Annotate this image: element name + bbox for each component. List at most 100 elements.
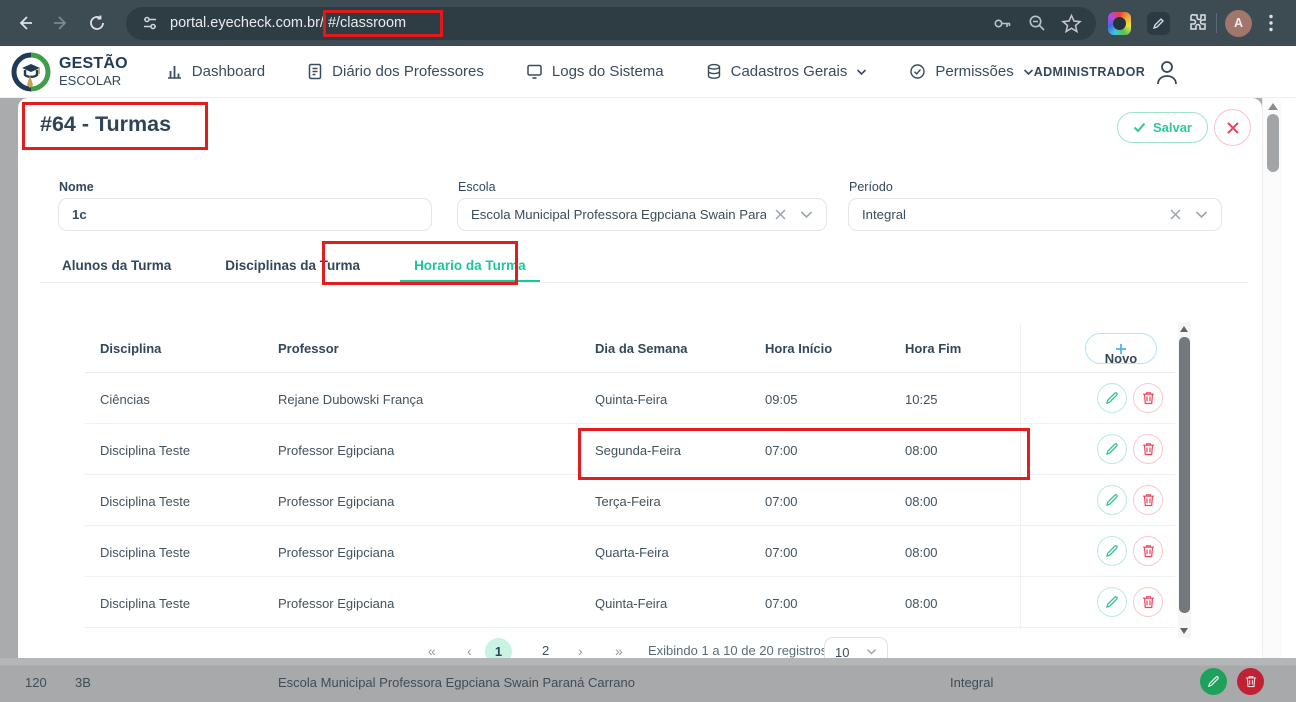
bookmark-star-icon[interactable] — [1061, 13, 1082, 34]
pencil-icon — [1207, 675, 1220, 688]
cell-professor: Professor Egipciana — [278, 545, 394, 560]
new-button[interactable]: Novo — [1085, 333, 1157, 364]
delete-row-button[interactable] — [1133, 485, 1163, 515]
page-prev-button[interactable]: ‹ — [467, 643, 472, 658]
horarios-table: Disciplina Professor Dia da Semana Hora … — [85, 324, 1175, 628]
col-dia: Dia da Semana — [595, 341, 688, 356]
profile-avatar[interactable]: A — [1225, 10, 1252, 37]
edit-row-button[interactable] — [1097, 536, 1127, 566]
page-first-button[interactable]: « — [428, 643, 436, 658]
trash-icon — [1142, 442, 1155, 456]
tab-alunos[interactable]: Alunos da Turma — [48, 249, 185, 282]
app-logo-text: GESTÃO ESCOLAR — [59, 56, 128, 87]
tab-disciplinas[interactable]: Disciplinas da Turma — [211, 249, 374, 282]
nav-item-logs[interactable]: Logs do Sistema — [526, 63, 664, 80]
database-icon — [706, 63, 722, 80]
edit-row-button[interactable] — [1097, 434, 1127, 464]
app-logo[interactable]: GESTÃO ESCOLAR — [10, 51, 128, 93]
close-button[interactable] — [1214, 109, 1251, 146]
cell-disciplina: Ciências — [100, 392, 150, 407]
page-2-button[interactable]: 2 — [542, 643, 549, 658]
nav-item-diario[interactable]: Diário dos Professores — [307, 63, 484, 80]
scroll-up-arrow[interactable] — [1180, 326, 1188, 332]
clear-icon[interactable] — [1169, 208, 1182, 221]
cell-professor: Professor Egipciana — [278, 596, 394, 611]
scroll-down-arrow[interactable] — [1180, 628, 1188, 634]
window-scrollbar[interactable] — [1262, 98, 1282, 658]
trash-icon — [1142, 391, 1155, 405]
edit-row-button[interactable] — [1097, 485, 1127, 515]
clear-icon[interactable] — [774, 208, 787, 221]
nome-input[interactable]: 1c — [58, 198, 432, 231]
window-scroll-up-arrow[interactable] — [1268, 103, 1278, 110]
periodo-label: Período — [849, 180, 893, 194]
cell-dia: Quinta-Feira — [595, 392, 667, 407]
cell-disciplina: Disciplina Teste — [100, 596, 190, 611]
delete-row-button[interactable] — [1133, 536, 1163, 566]
cell-disciplina: Disciplina Teste — [100, 545, 190, 560]
cell-fim: 08:00 — [905, 596, 938, 611]
page-next-button[interactable]: › — [578, 643, 583, 658]
periodo-select[interactable]: Integral — [848, 198, 1222, 231]
edit-row-button[interactable] — [1097, 383, 1127, 413]
user-menu[interactable]: ADMINISTRADOR — [1034, 59, 1179, 85]
extension-color-icon[interactable] — [1108, 12, 1131, 35]
delete-row-button[interactable] — [1133, 383, 1163, 413]
table-scrollbar-thumb[interactable] — [1179, 337, 1190, 613]
cell-fim: 08:00 — [905, 494, 938, 509]
chevron-down-icon — [866, 648, 877, 656]
chevron-down-icon[interactable] — [1195, 210, 1208, 219]
bar-chart-icon — [166, 63, 183, 80]
col-fim: Hora Fim — [905, 341, 961, 356]
cell-fim: 10:25 — [905, 392, 938, 407]
cell-inicio: 07:00 — [765, 443, 798, 458]
url-prefix: portal.eyecheck.com.br/ — [170, 15, 324, 31]
extensions-puzzle-icon[interactable] — [1186, 12, 1208, 34]
table-scrollbar[interactable] — [1178, 322, 1191, 638]
cell-dia: Terça-Feira — [595, 494, 661, 509]
site-settings-icon[interactable] — [140, 13, 160, 33]
cell-disciplina: Disciplina Teste — [100, 494, 190, 509]
window-scrollbar-thumb[interactable] — [1267, 114, 1279, 172]
page-size-select[interactable]: 10 — [824, 637, 888, 658]
cell-dia: Quinta-Feira — [595, 596, 667, 611]
cell-professor: Rejane Dubowski França — [278, 392, 423, 407]
menu-kebab-icon[interactable] — [1254, 6, 1288, 40]
extension-pen-icon[interactable] — [1147, 12, 1170, 35]
save-button[interactable]: Salvar — [1117, 112, 1208, 143]
periodo-value: Integral — [862, 207, 1161, 222]
nav-label: Logs do Sistema — [552, 63, 664, 80]
chevron-down-icon[interactable] — [800, 210, 813, 219]
table-row: Disciplina Teste Professor Egipciana Qui… — [85, 577, 1175, 628]
escola-select[interactable]: Escola Municipal Professora Egpciana Swa… — [457, 198, 827, 231]
back-icon[interactable] — [8, 6, 42, 40]
zoom-icon[interactable] — [1027, 13, 1047, 33]
delete-row-button[interactable] — [1133, 434, 1163, 464]
escola-label: Escola — [458, 180, 496, 194]
edit-row-button[interactable] — [1097, 587, 1127, 617]
page-last-button[interactable]: » — [615, 643, 623, 658]
password-key-icon[interactable] — [992, 13, 1013, 34]
nav-item-cadastros[interactable]: Cadastros Gerais — [706, 63, 868, 80]
delete-row-button[interactable] — [1133, 587, 1163, 617]
address-bar[interactable]: portal.eyecheck.com.br/#/classroom — [126, 7, 1096, 40]
nav-item-dashboard[interactable]: Dashboard — [166, 63, 265, 80]
nome-label: Nome — [59, 180, 94, 194]
nav-item-permissoes[interactable]: Permissões — [909, 63, 1033, 80]
annotation-rect-url: #/classroom — [323, 10, 443, 37]
nav-label: Dashboard — [192, 63, 265, 80]
cell-inicio: 07:00 — [765, 545, 798, 560]
cell-fim: 08:00 — [905, 545, 938, 560]
logo-line2: ESCOLAR — [59, 74, 128, 87]
table-header: Disciplina Professor Dia da Semana Hora … — [85, 324, 1175, 373]
bg-delete-button[interactable] — [1237, 668, 1264, 695]
cell-professor: Professor Egipciana — [278, 443, 394, 458]
person-icon — [1155, 59, 1179, 85]
reload-icon[interactable] — [80, 6, 114, 40]
browser-toolbar: portal.eyecheck.com.br/#/classroom A — [0, 0, 1296, 46]
nav-label: Diário dos Professores — [332, 63, 484, 80]
page-current[interactable]: 1 — [485, 638, 512, 658]
tab-horario[interactable]: Horario da Turma — [400, 249, 540, 282]
forward-icon[interactable] — [44, 6, 78, 40]
bg-edit-button[interactable] — [1200, 668, 1227, 695]
